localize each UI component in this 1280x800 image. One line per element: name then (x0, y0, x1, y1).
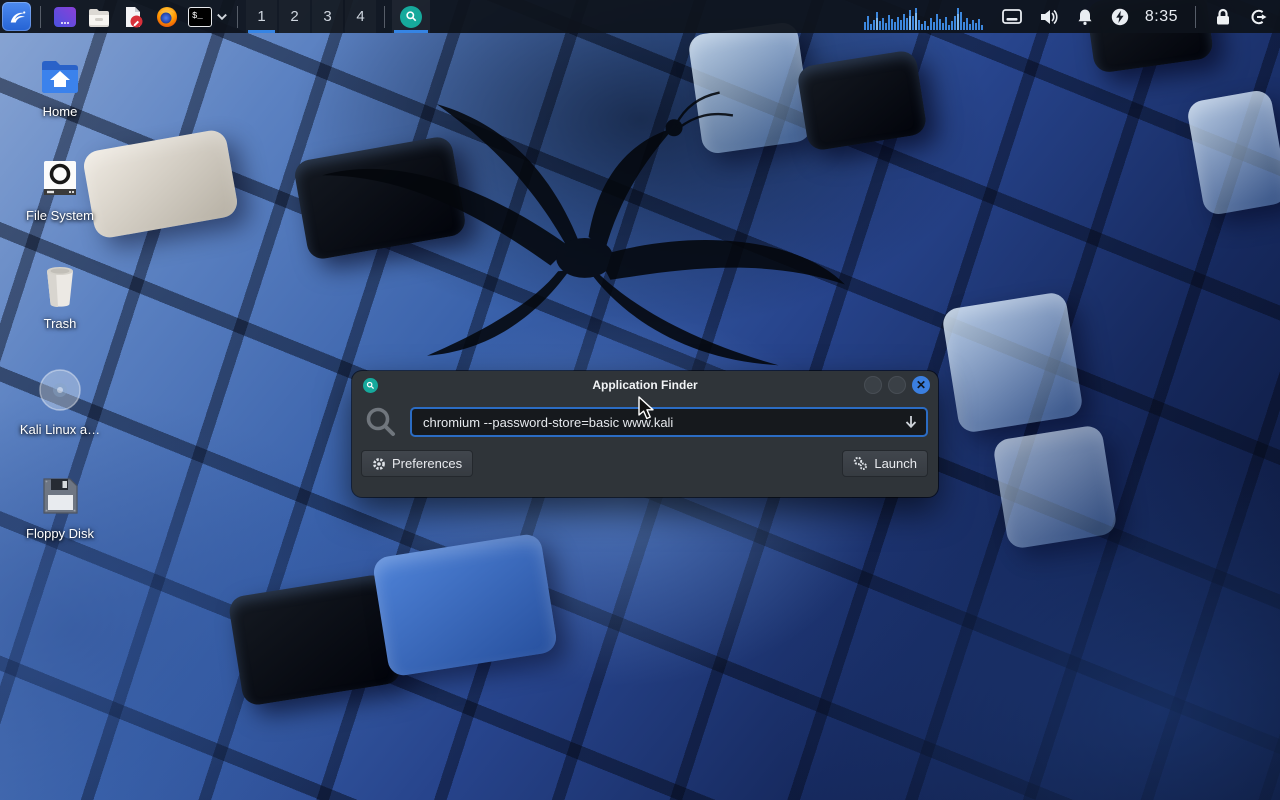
workspace-2-label: 2 (290, 8, 298, 25)
desktop-icon-kali-linux-cd[interactable]: Kali Linux a… (5, 364, 115, 437)
desktop-icon-label: Home (43, 104, 78, 119)
desktop-icon-file-system[interactable]: File System (5, 156, 115, 223)
run-gears-icon (853, 456, 868, 471)
optical-disc-icon (34, 364, 86, 416)
workspace-4[interactable]: 4 (345, 0, 376, 33)
home-folder-icon (36, 54, 84, 98)
cpu-graph[interactable] (864, 4, 986, 30)
launch-button[interactable]: Launch (842, 450, 928, 477)
workspace-1[interactable]: 1 (246, 0, 277, 33)
kali-dragon-silhouette (250, 85, 870, 370)
application-finder-window: Application Finder ✕ Preferences (352, 371, 938, 497)
firefox-icon (155, 5, 179, 29)
wallpaper-cube (992, 424, 1118, 550)
minimize-button[interactable] (864, 376, 882, 394)
launcher-text-editor[interactable] (120, 4, 146, 30)
desktop-icon-label: Kali Linux a… (20, 422, 100, 437)
preferences-label: Preferences (392, 456, 462, 471)
touchpad-icon[interactable] (1001, 7, 1023, 27)
kali-menu-icon (6, 6, 28, 28)
wallpaper-cube (1186, 88, 1280, 216)
launcher-terminal[interactable]: $_ (188, 4, 212, 30)
desktop-icon-label: File System (26, 208, 94, 223)
trash-can-icon (36, 260, 84, 310)
file-manager-icon (87, 5, 111, 29)
maximize-button[interactable] (888, 376, 906, 394)
terminal-dropdown-chevron-icon[interactable] (216, 11, 228, 23)
volume-icon[interactable] (1038, 7, 1060, 27)
notifications-bell-icon[interactable] (1075, 7, 1095, 27)
panel-left-section: $_ 1 2 3 4 (0, 0, 430, 33)
panel-separator (384, 6, 385, 28)
workspace-3[interactable]: 3 (312, 0, 343, 33)
panel-separator (237, 6, 238, 28)
terminal-icon: $_ (188, 7, 212, 27)
desktop-icon-label: Trash (44, 316, 77, 331)
wallpaper-cube (372, 532, 559, 677)
log-out-icon[interactable] (1248, 7, 1268, 27)
launch-label: Launch (874, 456, 917, 471)
close-button[interactable]: ✕ (912, 376, 930, 394)
dropdown-arrow-icon[interactable] (903, 414, 919, 430)
search-icon (364, 405, 398, 439)
launcher-file-manager[interactable] (86, 4, 112, 30)
gear-icon (372, 457, 386, 471)
workspace-3-label: 3 (323, 8, 331, 25)
panel-clock[interactable]: 8:35 (1145, 8, 1178, 26)
taskbar-application-finder-button[interactable] (392, 0, 430, 33)
wallpaper-cube (941, 291, 1084, 434)
desktop-icon-trash[interactable]: Trash (5, 260, 115, 331)
desktop-icon-floppy-disk[interactable]: Floppy Disk (5, 472, 115, 541)
search-field-wrapper (410, 407, 928, 437)
hard-drive-icon (36, 156, 84, 202)
application-finder-task-icon (400, 6, 422, 28)
workspace-1-label: 1 (257, 8, 265, 25)
panel-separator (40, 6, 41, 28)
window-controls: ✕ (864, 376, 930, 394)
finder-actions: Preferences Launch (352, 439, 938, 477)
window-title: Application Finder (352, 378, 938, 392)
workspace-4-label: 4 (356, 8, 364, 25)
titlebar[interactable]: Application Finder ✕ (352, 371, 938, 399)
workspace-2[interactable]: 2 (279, 0, 310, 33)
desktop-icon-label: Floppy Disk (26, 526, 94, 541)
desktop-icon-home[interactable]: Home (5, 54, 115, 119)
text-editor-icon (121, 5, 145, 29)
mouse-cursor (637, 396, 657, 422)
panel-separator (1195, 6, 1196, 28)
lock-icon[interactable] (1213, 7, 1233, 27)
launcher-firefox[interactable] (154, 4, 180, 30)
floppy-disk-icon (36, 472, 84, 520)
app-grid-icon (53, 5, 77, 29)
search-input[interactable] (410, 407, 928, 437)
power-manager-icon[interactable] (1110, 7, 1130, 27)
kali-menu-button[interactable] (2, 2, 31, 31)
preferences-button[interactable]: Preferences (361, 450, 473, 477)
top-panel: $_ 1 2 3 4 (0, 0, 1280, 33)
panel-right-section: 8:35 (864, 0, 1280, 33)
launcher-app-grid[interactable] (52, 4, 78, 30)
